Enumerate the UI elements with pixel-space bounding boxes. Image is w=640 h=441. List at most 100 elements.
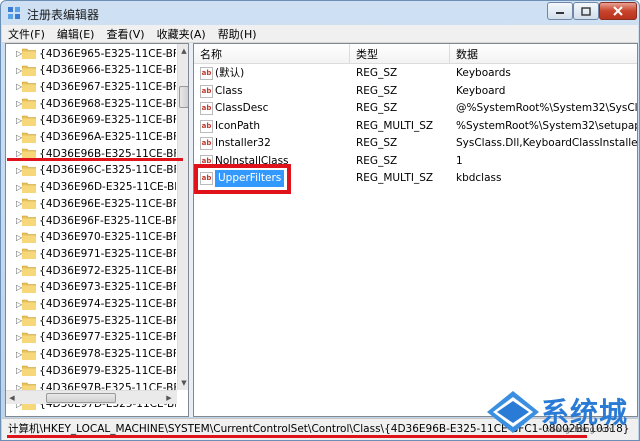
scroll-right-arrow-icon[interactable]: ▶ <box>163 391 175 405</box>
menu-favorites[interactable]: 收藏夹(A) <box>157 26 206 42</box>
column-header-name[interactable]: 名称 <box>194 44 350 64</box>
maximize-button[interactable] <box>573 2 599 20</box>
folder-icon <box>22 115 37 126</box>
scroll-up-arrow-icon[interactable]: ▲ <box>178 44 188 58</box>
tree-item-label: {4D36E970-E325-11CE-BFC <box>39 231 176 244</box>
menu-edit[interactable]: 编辑(E) <box>57 26 95 42</box>
menu-help[interactable]: 帮助(H) <box>218 26 257 42</box>
values-list-pane[interactable]: 名称 类型 数据 ab (默认) REG_SZ Keyboards ab Class REG… <box>193 43 638 417</box>
tree-item[interactable]: ▷ {4D36E977-E325-11CE-BFC <box>6 329 176 346</box>
tree-item-label: {4D36E979-E325-11CE-BFC <box>39 364 176 377</box>
value-data: %SystemRoot%\System32\setupapi.c <box>456 119 638 132</box>
tree-item-label: {4D36E974-E325-11CE-BFC <box>39 298 176 310</box>
column-header-type[interactable]: 类型 <box>350 44 450 64</box>
tree-item[interactable]: ▷ {4D36E96E-E325-11CE-BFC <box>6 195 176 212</box>
folder-icon <box>22 215 37 226</box>
tree-item[interactable]: ▷ {4D36E96F-E325-11CE-BFC <box>6 212 176 229</box>
folder-icon <box>22 299 37 310</box>
value-data: @%SystemRoot%\System32\SysClass <box>456 102 638 114</box>
scroll-left-arrow-icon[interactable]: ◀ <box>6 391 18 405</box>
value-data: SysClass.Dll,KeyboardClassInstaller <box>456 137 638 149</box>
value-data: kbdclass <box>456 172 502 184</box>
tree-item[interactable]: ▷ {4D36E973-E325-11CE-BFC <box>6 279 176 296</box>
watermark: 系统城 xitongcheng.com <box>485 389 639 439</box>
tree-item[interactable]: ▷ {4D36E966-E325-11CE-BFC <box>6 62 176 79</box>
scroll-down-arrow-icon[interactable]: ▼ <box>178 376 188 390</box>
close-icon <box>613 6 623 16</box>
tree-item-label: {4D36E972-E325-11CE-BFC <box>39 264 176 277</box>
tree-item[interactable]: ▷ {4D36E968-E325-11CE-BFC <box>6 95 176 112</box>
tree-item-label: {4D36E968-E325-11CE-BFC <box>39 97 176 110</box>
folder-icon <box>22 249 37 260</box>
tree-item[interactable]: ▷ {4D36E979-E325-11CE-BFC <box>6 362 176 379</box>
tree-item-label: {4D36E96D-E325-11CE-BFC <box>39 181 176 194</box>
value-data: Keyboards <box>456 67 511 79</box>
tree-scroll-thumb[interactable] <box>179 86 188 108</box>
column-header-data[interactable]: 数据 <box>450 44 637 64</box>
value-row[interactable]: ab (默认) REG_SZ Keyboards <box>194 65 637 82</box>
regedit-app-icon <box>8 7 20 19</box>
tree-item[interactable]: ▷ {4D36E978-E325-11CE-BFC <box>6 346 176 363</box>
tree-item[interactable]: ▷ {4D36E974-E325-11CE-BFC <box>6 296 176 313</box>
minimize-button[interactable] <box>547 2 573 20</box>
tree-item-label: {4D36E96F-E325-11CE-BFC <box>39 214 176 227</box>
value-type: REG_MULTI_SZ <box>356 172 434 184</box>
tree-item-label: {4D36E973-E325-11CE-BFC <box>39 281 176 294</box>
value-name: Installer32 <box>215 137 271 149</box>
value-row[interactable]: ab ClassDesc REG_SZ @%SystemRoot%\System32\… <box>194 100 638 117</box>
value-type: REG_SZ <box>356 84 398 97</box>
tree-item-label: {4D36E966-E325-11CE-BFC <box>39 64 176 77</box>
folder-icon <box>22 332 37 343</box>
tree-item-label: {4D36E969-E325-11CE-BFC <box>39 114 176 127</box>
close-button[interactable] <box>599 2 637 20</box>
value-row[interactable]: ab Class REG_SZ Keyboard <box>194 83 637 100</box>
tree-item[interactable]: ▷ {4D36E975-E325-11CE-BFC <box>6 312 176 329</box>
tree-item-label: {4D36E96E-E325-11CE-BFC <box>39 197 176 210</box>
value-type: REG_SZ <box>356 102 398 114</box>
tree-item[interactable]: ▷ {4D36E965-E325-11CE-BFC <box>6 45 176 62</box>
folder-icon <box>22 65 37 76</box>
regedit-window: 注册表编辑器 文件(F) 编辑(E) 查看(V) 收藏夹(A) 帮助(H) ▷{… <box>0 0 640 441</box>
menu-view[interactable]: 查看(V) <box>106 26 144 42</box>
tree-item[interactable]: ▷ {4D36E96A-E325-11CE-BFC <box>6 129 176 146</box>
folder-icon <box>22 232 37 243</box>
tree-item-label: {4D36E975-E325-11CE-BFC <box>39 314 176 327</box>
string-value-icon: ab <box>200 84 213 98</box>
value-name: ClassDesc <box>215 102 269 114</box>
tree-item-label: {4D36E96A-E325-11CE-BFC <box>39 131 176 143</box>
string-value-icon: ab <box>200 102 213 115</box>
folder-icon <box>22 365 37 377</box>
tree-item-label: {4D36E967-E325-11CE-BFC <box>39 80 176 93</box>
value-row[interactable]: ab IconPath REG_MULTI_SZ %SystemRoot%\Syste… <box>194 118 638 135</box>
value-row[interactable]: ab Installer32 REG_SZ SysClass.Dll,Keyboard… <box>194 135 638 152</box>
tree-item[interactable]: ▷ {4D36E970-E325-11CE-BFC <box>6 229 176 246</box>
tree-item[interactable]: ▷ {4D36E96C-E325-11CE-BFC <box>6 162 176 179</box>
tree-item-label: {4D36E977-E325-11CE-BFC <box>39 331 176 344</box>
value-name: IconPath <box>215 119 261 132</box>
window-title: 注册表编辑器 <box>27 8 100 22</box>
tree-horizontal-scrollbar[interactable]: ◀ ▶ <box>6 390 177 404</box>
maximize-icon <box>581 6 591 16</box>
tree-item[interactable]: ▷ {4D36E971-E325-11CE-BFC <box>6 245 176 262</box>
folder-icon <box>22 48 37 59</box>
tree-item[interactable]: ▷ {4D36E967-E325-11CE-BFC <box>6 78 176 95</box>
menu-file[interactable]: 文件(F) <box>8 26 45 42</box>
tree-hscroll-thumb[interactable] <box>46 393 116 403</box>
highlight-underline-tree <box>7 158 183 161</box>
folder-icon <box>22 198 37 210</box>
tree-item-label: {4D36E96C-E325-11CE-BFC <box>39 164 176 177</box>
folder-icon <box>22 98 37 110</box>
folder-icon <box>22 282 37 293</box>
tree-item-label: {4D36E978-E325-11CE-BFC <box>39 348 176 361</box>
value-data: Keyboard <box>456 84 506 97</box>
tree-item[interactable]: ▷ {4D36E969-E325-11CE-BFC <box>6 112 176 129</box>
tree-item[interactable]: ▷ {4D36E972-E325-11CE-BFC <box>6 262 176 279</box>
value-type: REG_MULTI_SZ <box>356 119 434 132</box>
string-value-icon: ab <box>200 119 213 133</box>
tree-item[interactable]: ▷ {4D36E96D-E325-11CE-BFC <box>6 179 176 196</box>
tree-item-label: {4D36E971-E325-11CE-BFC <box>39 247 176 260</box>
key-tree-pane[interactable]: ▷ {4D36E965-E325-11CE-BFC ▷ {4D36E966-E325-… <box>5 43 189 417</box>
tree-vertical-scrollbar[interactable]: ▲ ▼ <box>177 44 188 390</box>
title-bar[interactable]: 注册表编辑器 <box>1 1 639 25</box>
folder-icon <box>22 82 37 93</box>
